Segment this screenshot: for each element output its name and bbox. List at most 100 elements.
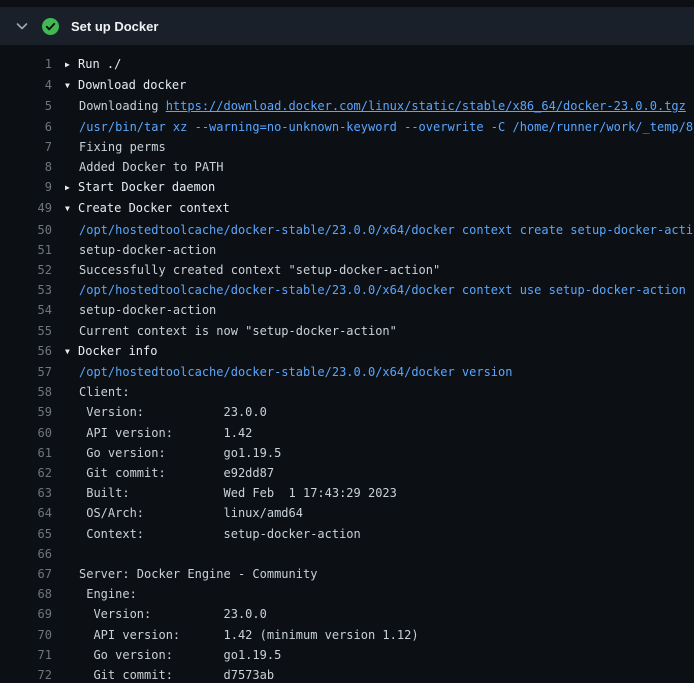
log-row: 57/opt/hostedtoolcache/docker-stable/23.…: [0, 362, 694, 382]
triangle-expanded-icon[interactable]: ▼: [65, 342, 78, 362]
line-content: Successfully created context "setup-dock…: [65, 260, 440, 280]
line-content: /opt/hostedtoolcache/docker-stable/23.0.…: [65, 220, 694, 240]
line-content: Context: setup-docker-action: [65, 524, 361, 544]
log-row: 62 Git commit: e92dd87: [0, 463, 694, 483]
line-number[interactable]: 57: [0, 362, 52, 382]
line-content: Client:: [65, 382, 130, 402]
line-number[interactable]: 1: [0, 54, 52, 74]
line-content: Git commit: e92dd87: [65, 463, 274, 483]
line-number[interactable]: 65: [0, 524, 52, 544]
line-content: ▼Docker info: [65, 341, 157, 362]
line-number[interactable]: 55: [0, 321, 52, 341]
line-number[interactable]: 8: [0, 157, 52, 177]
line-content: ▶Start Docker daemon: [65, 177, 215, 198]
line-number[interactable]: 7: [0, 137, 52, 157]
line-number[interactable]: 4: [0, 75, 52, 95]
line-content: Server: Docker Engine - Community: [65, 564, 317, 584]
line-number[interactable]: 56: [0, 341, 52, 361]
line-number[interactable]: 50: [0, 220, 52, 240]
triangle-collapsed-icon[interactable]: ▶: [65, 178, 78, 198]
line-content: ▼Create Docker context: [65, 198, 230, 219]
line-content: Version: 23.0.0: [65, 604, 267, 624]
line-number[interactable]: 69: [0, 604, 52, 624]
log-row: 67 Server: Docker Engine - Community: [0, 564, 694, 584]
log-group-row[interactable]: 9 ▶Start Docker daemon: [0, 177, 694, 198]
log-row: 65 Context: setup-docker-action: [0, 524, 694, 544]
line-content: OS/Arch: linux/amd64: [65, 503, 303, 523]
line-content: Version: 23.0.0: [65, 402, 267, 422]
log-row: 52 Successfully created context "setup-do…: [0, 260, 694, 280]
group-title: Start Docker daemon: [78, 180, 215, 194]
line-number[interactable]: 64: [0, 503, 52, 523]
line-content: Git commit: d7573ab: [65, 665, 274, 683]
line-number[interactable]: 60: [0, 423, 52, 443]
line-content: Go version: go1.19.5: [65, 645, 281, 665]
line-number[interactable]: 6: [0, 117, 52, 137]
line-number[interactable]: 51: [0, 240, 52, 260]
line-number[interactable]: 67: [0, 564, 52, 584]
log-row: 70 API version: 1.42 (minimum version 1.…: [0, 625, 694, 645]
line-content: Downloading https://download.docker.com/…: [65, 96, 686, 116]
line-number[interactable]: 59: [0, 402, 52, 422]
line-number[interactable]: 68: [0, 584, 52, 604]
line-number[interactable]: 53: [0, 280, 52, 300]
line-number[interactable]: 62: [0, 463, 52, 483]
line-number[interactable]: 70: [0, 625, 52, 645]
log-row: 58 Client:: [0, 382, 694, 402]
line-number[interactable]: 9: [0, 177, 52, 197]
link-prefix-text: Downloading: [79, 99, 166, 113]
log-row: 53/opt/hostedtoolcache/docker-stable/23.…: [0, 280, 694, 300]
line-number[interactable]: 5: [0, 96, 52, 116]
log-row: 66: [0, 544, 694, 564]
log-group-row[interactable]: 1 ▶Run ./: [0, 54, 694, 75]
triangle-expanded-icon[interactable]: ▼: [65, 199, 78, 219]
line-content: Fixing perms: [65, 137, 166, 157]
line-content: /opt/hostedtoolcache/docker-stable/23.0.…: [65, 362, 512, 382]
line-content: API version: 1.42: [65, 423, 252, 443]
line-content: ▶Run ./: [65, 54, 121, 75]
log-lines: 1▶Run ./4▼Download docker5Downloading ht…: [0, 54, 694, 683]
log-url-link[interactable]: https://download.docker.com/linux/static…: [166, 99, 686, 113]
log-row: 55 Current context is now "setup-docker-a…: [0, 321, 694, 341]
group-title: Create Docker context: [78, 201, 230, 215]
log-group-row[interactable]: 4 ▼Download docker: [0, 75, 694, 96]
log-container: 1▶Run ./4▼Download docker5Downloading ht…: [0, 45, 694, 683]
step-title: Set up Docker: [71, 19, 158, 34]
line-content: Added Docker to PATH: [65, 157, 224, 177]
log-group-row[interactable]: 56 ▼Docker info: [0, 341, 694, 362]
log-row: 5 Downloading https://download.docker.com…: [0, 96, 694, 116]
line-number[interactable]: 52: [0, 260, 52, 280]
triangle-collapsed-icon[interactable]: ▶: [65, 55, 78, 75]
line-number[interactable]: 49: [0, 198, 52, 218]
log-row: 60 API version: 1.42: [0, 423, 694, 443]
line-content: /usr/bin/tar xz --warning=no-unknown-key…: [65, 117, 694, 137]
log-row: 61 Go version: go1.19.5: [0, 443, 694, 463]
line-content: setup-docker-action: [65, 300, 216, 320]
line-content: ▼Download docker: [65, 75, 186, 96]
log-row: 71 Go version: go1.19.5: [0, 645, 694, 665]
line-number[interactable]: 66: [0, 544, 52, 564]
group-title: Run ./: [78, 57, 121, 71]
line-number[interactable]: 58: [0, 382, 52, 402]
log-row: 59 Version: 23.0.0: [0, 402, 694, 422]
line-number[interactable]: 63: [0, 483, 52, 503]
log-row: 64 OS/Arch: linux/amd64: [0, 503, 694, 523]
log-row: 68 Engine:: [0, 584, 694, 604]
log-group-row[interactable]: 49 ▼Create Docker context: [0, 198, 694, 219]
log-row: 51setup-docker-action: [0, 240, 694, 260]
line-number[interactable]: 72: [0, 665, 52, 683]
line-number[interactable]: 54: [0, 300, 52, 320]
chevron-down-icon[interactable]: [12, 16, 32, 36]
log-row: 69 Version: 23.0.0: [0, 604, 694, 624]
log-row: 8 Added Docker to PATH: [0, 157, 694, 177]
line-content: Go version: go1.19.5: [65, 443, 281, 463]
triangle-expanded-icon[interactable]: ▼: [65, 76, 78, 96]
line-number[interactable]: 71: [0, 645, 52, 665]
line-number[interactable]: 61: [0, 443, 52, 463]
log-row: 50/opt/hostedtoolcache/docker-stable/23.…: [0, 220, 694, 240]
check-circle-icon: [42, 18, 59, 35]
line-content: Current context is now "setup-docker-act…: [65, 321, 397, 341]
log-row: 63 Built: Wed Feb 1 17:43:29 2023: [0, 483, 694, 503]
step-header[interactable]: Set up Docker: [0, 7, 694, 45]
line-content: Engine:: [65, 584, 137, 604]
